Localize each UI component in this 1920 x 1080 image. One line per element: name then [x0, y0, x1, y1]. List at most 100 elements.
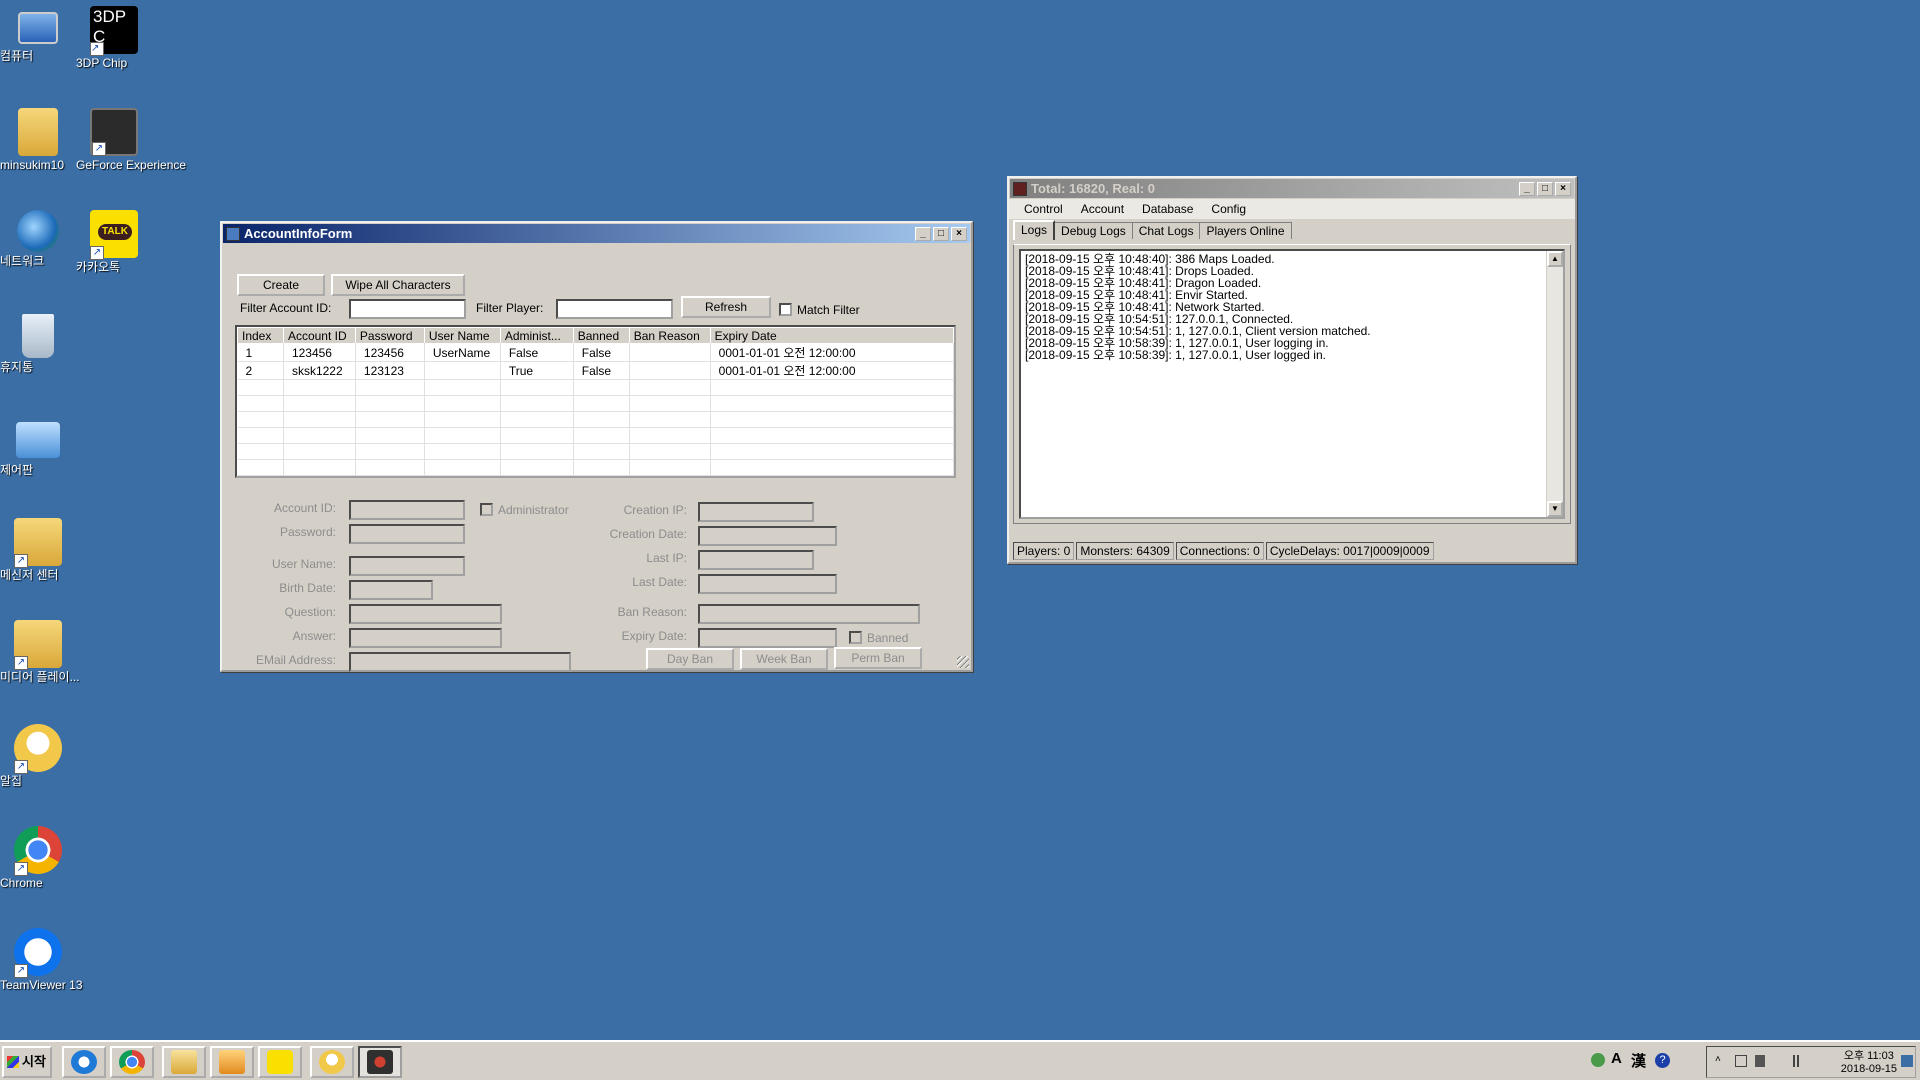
cell-ban-reason	[629, 361, 711, 380]
internet-explorer-icon	[71, 1050, 97, 1074]
perm-ban-button[interactable]: Perm Ban	[834, 647, 922, 669]
day-ban-button[interactable]: Day Ban	[646, 648, 734, 670]
tab-logs[interactable]: Logs	[1013, 220, 1056, 240]
banned-label: Banned	[867, 631, 909, 645]
password-field[interactable]	[349, 524, 465, 544]
menu-account[interactable]: Account	[1072, 202, 1133, 216]
resize-grip-icon[interactable]	[957, 656, 969, 668]
desktop-icon-label: TeamViewer 13	[0, 978, 83, 992]
column-header-user-name[interactable]: User Name	[423, 327, 501, 344]
desktop-icon-computer[interactable]: 컴퓨터	[0, 6, 76, 62]
desktop-icon-control-panel[interactable]: 제어판	[0, 416, 76, 476]
signal-icon[interactable]	[1793, 1055, 1807, 1067]
minimize-button[interactable]: _	[915, 226, 931, 241]
administrator-checkbox[interactable]	[480, 503, 493, 516]
column-header-ban-reason[interactable]: Ban Reason	[628, 327, 711, 344]
close-button[interactable]: ×	[951, 226, 967, 241]
taskbar-media-player[interactable]	[210, 1046, 254, 1078]
show-desktop-icon[interactable]	[1901, 1055, 1913, 1067]
tab-debug-logs[interactable]: Debug Logs	[1054, 222, 1133, 239]
log-textbox[interactable]: [2018-09-15 오후 10:48:40]: 386 Maps Loade…	[1019, 249, 1565, 519]
scroll-up-icon[interactable]: ▲	[1547, 251, 1563, 267]
filter-account-input[interactable]	[349, 299, 466, 319]
banned-checkbox[interactable]	[849, 631, 862, 644]
scroll-down-icon[interactable]: ▼	[1547, 501, 1563, 517]
taskbar-ie[interactable]	[62, 1046, 106, 1078]
email-field[interactable]	[349, 652, 571, 672]
menu-control[interactable]: Control	[1015, 202, 1072, 216]
server-titlebar[interactable]: Total: 16820, Real: 0 _ □ ×	[1010, 179, 1574, 198]
maximize-button[interactable]: □	[1537, 181, 1553, 196]
ban-reason-label: Ban Reason:	[617, 605, 687, 619]
ime-hanja-indicator[interactable]: 漢	[1631, 1050, 1646, 1071]
ban-reason-field[interactable]	[698, 604, 920, 624]
desktop-icon-user-folder[interactable]: minsukim10	[0, 108, 76, 171]
log-scrollbar[interactable]: ▲ ▼	[1546, 251, 1563, 517]
column-header-expiry-date[interactable]: Expiry Date	[709, 327, 954, 344]
taskbar-alzip[interactable]	[310, 1046, 354, 1078]
taskbar-explorer[interactable]	[162, 1046, 206, 1078]
network-tray-icon[interactable]	[1735, 1055, 1747, 1067]
column-header-password[interactable]: Password	[354, 327, 425, 344]
start-button[interactable]: 시작	[2, 1046, 52, 1078]
start-label: 시작	[22, 1054, 46, 1069]
maximize-button[interactable]: □	[933, 226, 949, 241]
tab-players-online[interactable]: Players Online	[1199, 222, 1292, 239]
close-button[interactable]: ×	[1555, 181, 1571, 196]
birth-date-field[interactable]	[349, 580, 433, 600]
refresh-button[interactable]: Refresh	[681, 296, 771, 318]
kakaotalk-icon: TALK ↗	[90, 210, 138, 260]
ime-mode-indicator[interactable]: A	[1611, 1050, 1622, 1067]
desktop-icon-kakaotalk[interactable]: TALK ↗ 카카오톡	[76, 210, 152, 273]
match-filter-checkbox[interactable]	[779, 303, 792, 316]
network-icon	[17, 210, 59, 252]
accounts-grid[interactable]: Index Account ID Password User Name Admi…	[235, 325, 956, 478]
help-icon[interactable]: ?	[1655, 1053, 1670, 1068]
desktop-icon-3dp-chip[interactable]: 3DP C ↗ 3DP Chip	[76, 6, 152, 69]
last-ip-field[interactable]	[698, 550, 814, 570]
user-name-field[interactable]	[349, 556, 465, 576]
tray-clock[interactable]: 오후 11:03 2018-09-15	[1841, 1050, 1897, 1076]
grid-header-row: Index Account ID Password User Name Admi…	[237, 327, 954, 344]
column-header-account-id[interactable]: Account ID	[282, 327, 356, 344]
user-folder-icon	[18, 108, 58, 156]
desktop-icon-alzip[interactable]: ↗ 알집	[0, 724, 76, 787]
filter-player-input[interactable]	[556, 299, 673, 319]
desktop-icon-recycle-bin[interactable]: 휴지통	[0, 314, 76, 373]
table-row[interactable]: 1 123456 123456 UserName False False 000…	[237, 343, 954, 362]
column-header-index[interactable]: Index	[237, 327, 284, 344]
wipe-all-characters-button[interactable]: Wipe All Characters	[331, 274, 465, 296]
desktop-icon-geforce[interactable]: ↗ GeForce Experience	[76, 108, 186, 171]
desktop-icon-messenger-center[interactable]: ↗ 메신저 센터	[0, 518, 76, 581]
desktop-icon-label: 휴지통	[0, 360, 34, 374]
volume-icon[interactable]	[1755, 1055, 1765, 1067]
table-row[interactable]: 2 sksk1222 123123 True False 0001-01-01 …	[237, 361, 954, 380]
last-date-field[interactable]	[698, 574, 837, 594]
expiry-date-field[interactable]	[698, 628, 837, 648]
desktop-icon-label: 미디어 플레이...	[0, 670, 80, 684]
tab-chat-logs[interactable]: Chat Logs	[1131, 222, 1201, 239]
desktop-icon-network[interactable]: 네트워크	[0, 210, 76, 267]
taskbar-server-app[interactable]	[358, 1046, 402, 1078]
desktop-icon-chrome[interactable]: ↗ Chrome	[0, 826, 76, 889]
creation-ip-field[interactable]	[698, 502, 814, 522]
menu-database[interactable]: Database	[1133, 202, 1202, 216]
show-hidden-icons-icon[interactable]: ˄	[1715, 1054, 1721, 1065]
language-bar-icon[interactable]	[1591, 1053, 1605, 1067]
question-field[interactable]	[349, 604, 502, 624]
account-info-titlebar[interactable]: AccountInfoForm _ □ ×	[223, 224, 970, 243]
column-header-banned[interactable]: Banned	[572, 327, 630, 344]
window-title: AccountInfoForm	[244, 226, 353, 241]
taskbar-chrome[interactable]	[110, 1046, 154, 1078]
minimize-button[interactable]: _	[1519, 181, 1535, 196]
taskbar-kakaotalk[interactable]	[258, 1046, 302, 1078]
desktop-icon-media-player[interactable]: ↗ 미디어 플레이...	[0, 620, 80, 683]
desktop-icon-teamviewer[interactable]: ↗ TeamViewer 13	[0, 928, 83, 991]
creation-date-field[interactable]	[698, 526, 837, 546]
create-button[interactable]: Create	[237, 274, 325, 296]
answer-field[interactable]	[349, 628, 502, 648]
menu-config[interactable]: Config	[1202, 202, 1255, 216]
column-header-administrator[interactable]: Administ...	[499, 327, 574, 344]
account-id-field[interactable]	[349, 500, 465, 520]
week-ban-button[interactable]: Week Ban	[740, 648, 828, 670]
